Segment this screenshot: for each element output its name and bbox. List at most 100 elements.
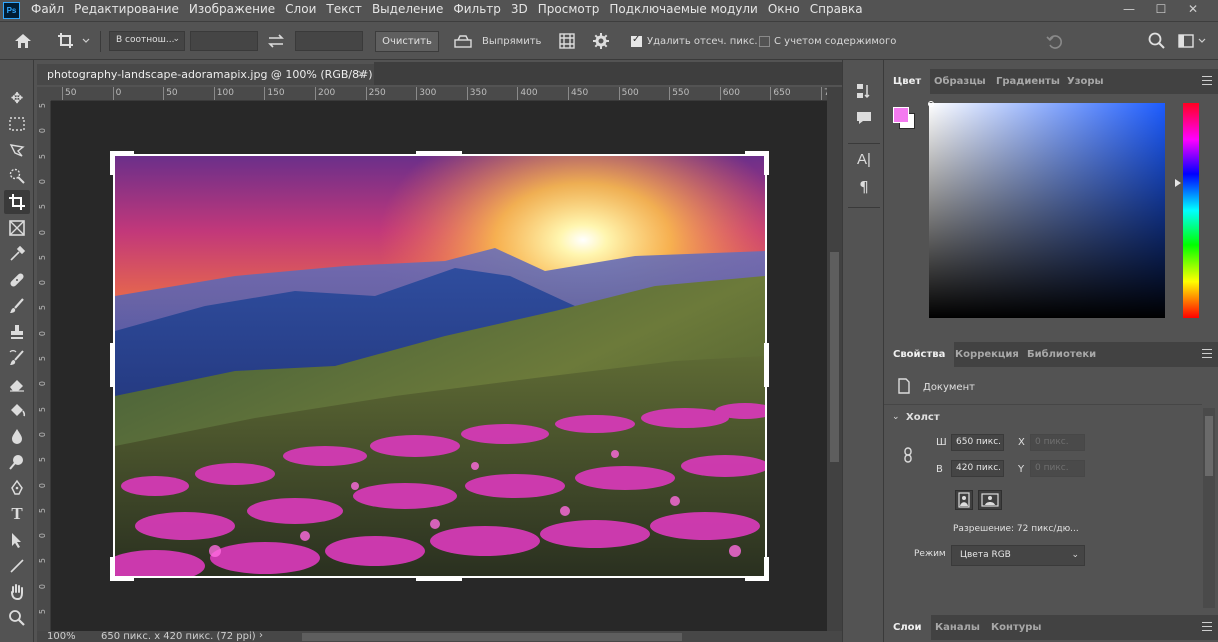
properties-panel-menu-icon[interactable] [1202,349,1212,358]
horizontal-scrollbar-thumb[interactable] [302,633,682,641]
landscape-photo[interactable] [115,156,765,576]
healing-brush-tool[interactable] [4,268,30,292]
menu-layers[interactable]: Слои [285,0,316,21]
document-tab[interactable]: photography-landscape-adoramapix.jpg @ 1… [37,62,374,85]
content-aware-checkbox[interactable] [759,36,770,47]
straighten-button[interactable] [452,32,474,50]
crop-handle-right-middle[interactable] [764,343,769,387]
history-brush-tool[interactable] [4,346,30,370]
history-panel-button[interactable] [851,80,877,102]
tab-adjustments[interactable]: Коррекция [946,342,1028,367]
landscape-orientation-button[interactable] [978,490,1002,510]
foreground-color-swatch[interactable] [893,107,909,123]
close-tab-icon[interactable]: × [357,67,366,80]
eraser-tool[interactable] [4,372,30,396]
crop-tool[interactable] [4,190,30,214]
quick-selection-tool[interactable] [4,164,30,188]
dodge-tool[interactable] [4,450,30,474]
menu-type[interactable]: Текст [326,0,362,21]
character-panel-button[interactable]: A| [851,149,877,171]
line-tool[interactable] [4,554,30,578]
crop-handle-top-right-v[interactable] [764,151,769,175]
menu-select[interactable]: Выделение [372,0,443,21]
crop-settings-button[interactable] [591,31,611,51]
vertical-ruler[interactable]: 5 0 5 0 5 0 5 0 5 0 5 0 5 0 5 0 5 0 5 0 5 [37,101,51,631]
crop-handle-bottom-right-v[interactable] [764,557,769,581]
width-ratio-input[interactable] [190,31,258,51]
canvas-height-input[interactable]: 420 пикс. [951,460,1004,477]
overlay-options-button[interactable] [557,31,577,51]
height-ratio-input[interactable] [295,31,363,51]
canvas-section-title[interactable]: Холст [906,412,940,423]
menu-plugins[interactable]: Подключаемые модули [609,0,758,21]
status-menu-arrow[interactable]: › [259,630,263,641]
clone-stamp-tool[interactable] [4,320,30,344]
menu-filter[interactable]: Фильтр [453,0,500,21]
chevron-down-icon[interactable]: ⌄ [892,412,900,422]
tab-patterns[interactable]: Узоры [1058,69,1113,94]
workspace-switcher[interactable] [1177,31,1209,51]
crop-handle-top-left-v[interactable] [110,151,115,175]
portrait-orientation-button[interactable] [955,490,973,510]
crop-handle-bottom-middle[interactable] [416,576,462,581]
tab-swatches[interactable]: Образцы [925,69,995,94]
menu-image[interactable]: Изображение [189,0,275,21]
hue-slider-pointer[interactable] [1175,179,1181,187]
crop-handle-bottom-left-v[interactable] [110,557,115,581]
maximize-button[interactable]: ☐ [1146,0,1176,20]
menu-view[interactable]: Просмотр [538,0,600,21]
crop-handle-left-middle[interactable] [110,343,115,387]
blur-tool[interactable] [4,424,30,448]
minimize-button[interactable]: — [1114,0,1144,20]
home-button[interactable] [12,30,34,52]
brush-tool[interactable] [4,294,30,318]
crop-tool-preset[interactable] [55,30,93,52]
properties-scrollbar-thumb[interactable] [1205,416,1213,476]
properties-scrollbar[interactable] [1203,408,1215,608]
hand-tool[interactable] [4,580,30,604]
marquee-tool[interactable] [4,112,30,136]
zoom-level[interactable]: 100% [47,631,76,642]
move-tool[interactable]: ✥ [4,86,30,110]
path-selection-tool[interactable] [4,528,30,552]
canvas-x-input[interactable]: 0 пикс. [1030,434,1085,451]
clear-button[interactable]: Очистить [375,31,439,52]
vertical-scrollbar-thumb[interactable] [830,252,839,462]
tab-properties[interactable]: Свойства [884,342,955,367]
tab-color[interactable]: Цвет [884,69,931,94]
type-tool[interactable]: T [4,502,30,526]
menu-3d[interactable]: 3D [511,0,528,21]
horizontal-ruler[interactable]: 50 0 50 100 150 200 250 300 350 400 450 500 550 600 65… [51,87,827,101]
tab-channels[interactable]: Каналы [926,615,989,640]
link-dimensions-button[interactable] [901,447,915,463]
canvas-y-input[interactable]: 0 пикс. [1030,460,1085,477]
pen-tool[interactable] [4,476,30,500]
delete-cropped-checkbox[interactable] [631,34,642,47]
cancel-crop-button[interactable] [1044,31,1066,51]
menu-window[interactable]: Окно [768,0,800,21]
color-picker-cursor[interactable] [928,101,934,107]
swap-button[interactable] [265,31,287,51]
paragraph-panel-button[interactable]: ¶ [851,176,877,198]
color-panel-menu-icon[interactable] [1202,76,1212,85]
canvas-width-input[interactable]: 650 пикс. [951,434,1004,451]
search-button[interactable] [1147,31,1167,51]
color-picker-field[interactable] [929,103,1165,318]
eyedropper-tool[interactable] [4,242,30,266]
menu-file[interactable]: Файл [31,0,64,21]
photoshop-logo[interactable]: Ps [3,2,20,19]
vertical-scrollbar[interactable] [827,87,842,631]
layers-panel-menu-icon[interactable] [1202,622,1212,631]
menu-edit[interactable]: Редактирование [74,0,179,21]
menu-help[interactable]: Справка [810,0,863,21]
ratio-select[interactable]: В соотнош... ⌄ [109,31,185,51]
tab-paths[interactable]: Контуры [982,615,1050,640]
comments-panel-button[interactable] [851,107,877,129]
hue-slider[interactable] [1183,103,1199,318]
lasso-tool[interactable] [4,138,30,162]
crop-handle-top-middle[interactable] [416,151,462,156]
tab-gradients[interactable]: Градиенты [987,69,1069,94]
frame-tool[interactable] [4,216,30,240]
zoom-tool[interactable] [4,606,30,630]
close-window-button[interactable]: ✕ [1178,0,1208,20]
